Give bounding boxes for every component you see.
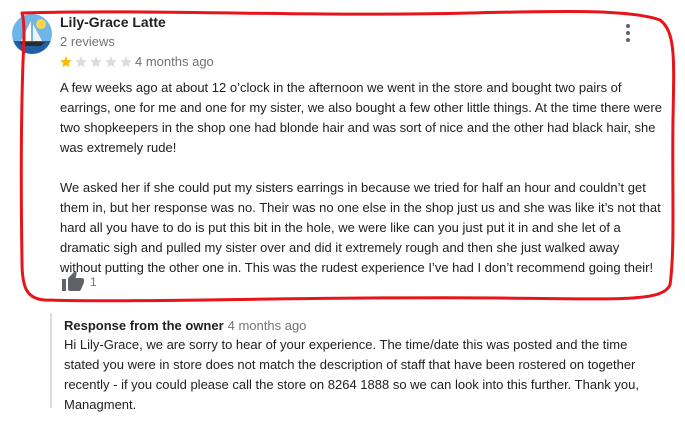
reviewer-name[interactable]: Lily-Grace Latte (60, 14, 166, 30)
like-button[interactable] (60, 270, 86, 294)
reviewer-avatar[interactable] (12, 14, 52, 54)
sailboat-avatar-image (12, 14, 52, 54)
owner-response: Response from the owner 4 months ago Hi L… (50, 313, 652, 412)
owner-response-date: 4 months ago (227, 318, 307, 333)
owner-response-text: Hi Lily-Grace, we are sorry to hear of y… (64, 337, 639, 412)
review-text: A few weeks ago at about 12 o’clock in t… (60, 78, 663, 278)
thumb-up-icon (62, 271, 84, 291)
star-icon (75, 56, 87, 68)
star-icon (105, 56, 117, 68)
review-paragraph: We asked her if she could put my sisters… (60, 180, 661, 275)
star-icon (120, 56, 132, 68)
more-vert-icon (626, 24, 630, 28)
star-icon (60, 56, 72, 68)
review-paragraph: A few weeks ago at about 12 o’clock in t… (60, 80, 662, 155)
like-count: 1 (90, 275, 97, 289)
review-date: 4 months ago (135, 54, 214, 69)
review-count: 2 reviews (60, 34, 115, 49)
star-icon (90, 56, 102, 68)
more-options-button[interactable] (620, 22, 636, 44)
owner-response-label: Response from the owner (64, 318, 224, 333)
owner-response-header: Response from the owner 4 months ago (64, 318, 306, 333)
star-rating (59, 55, 134, 69)
